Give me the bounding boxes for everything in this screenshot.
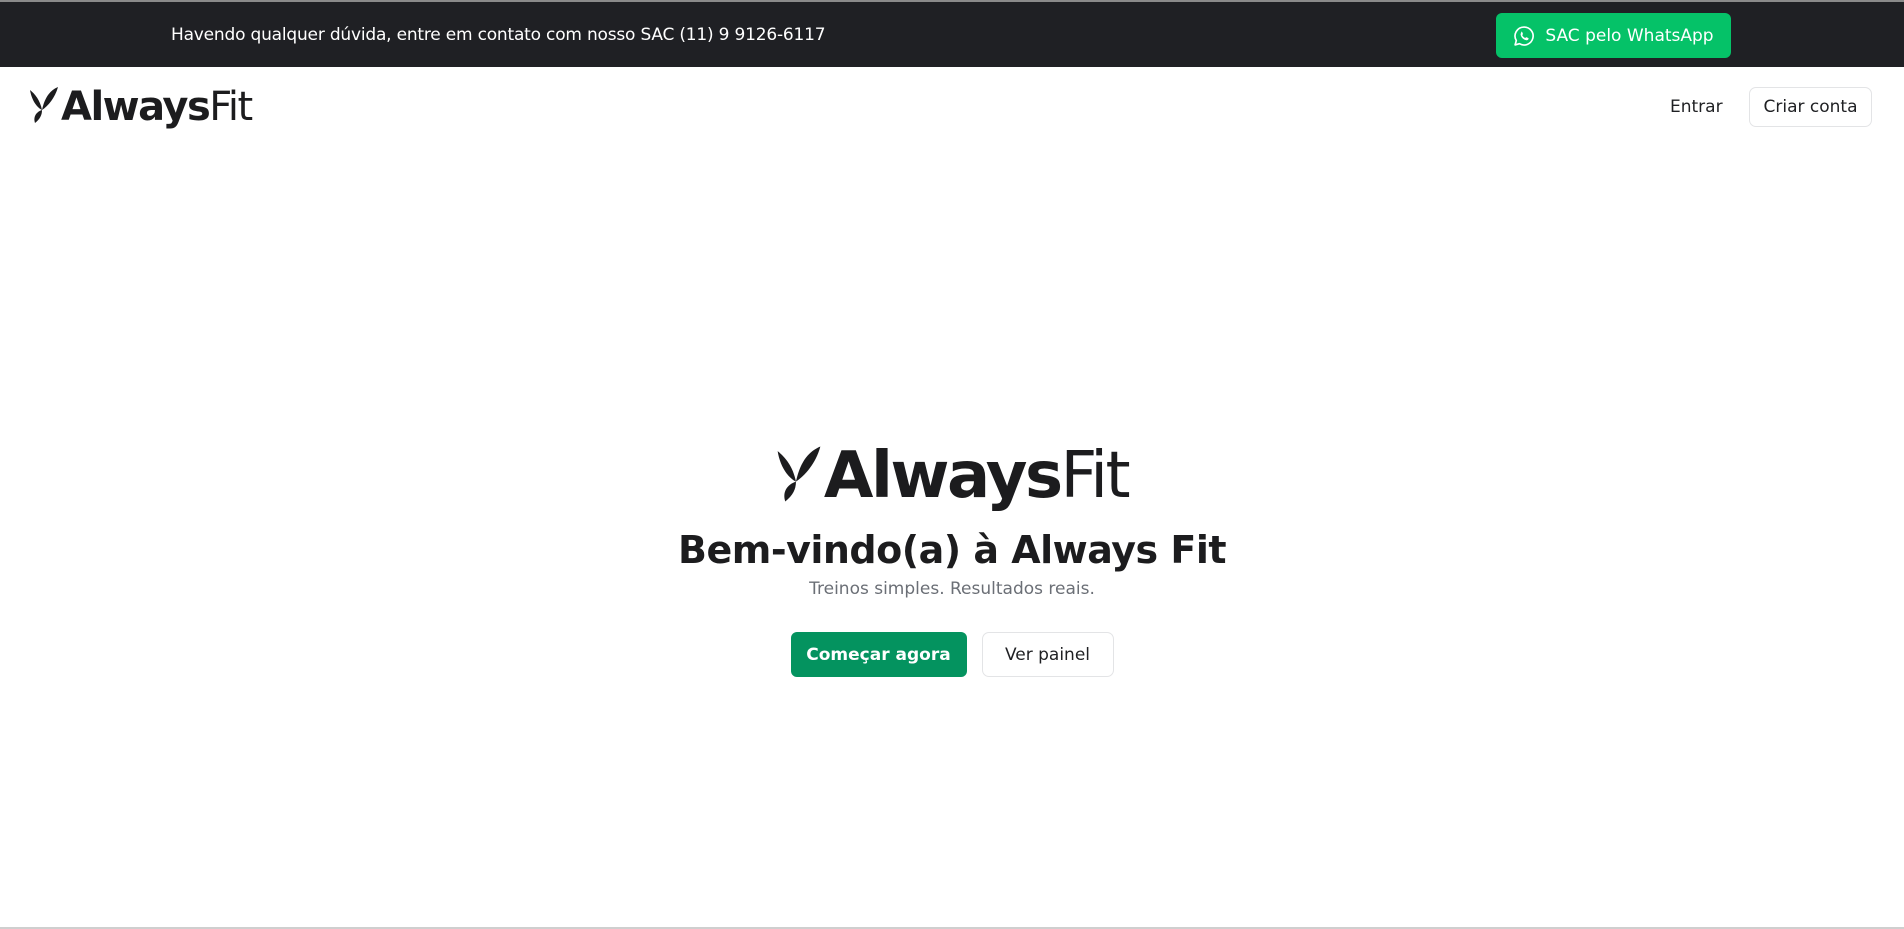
hero-logo-wordmark: AlwaysFit [824,444,1131,508]
hero-section: AlwaysFit Bem-vindo(a) à Always Fit Trei… [0,440,1904,677]
site-header: AlwaysFit Entrar Criar conta [0,67,1904,147]
header-logo[interactable]: AlwaysFit [29,84,253,130]
logo-wordmark-bold: Always [61,84,211,130]
signup-button[interactable]: Criar conta [1749,87,1872,127]
login-link[interactable]: Entrar [1670,97,1723,117]
whatsapp-support-button[interactable]: SAC pelo WhatsApp [1496,13,1731,58]
hero-logo-wordmark-light: Fit [1060,439,1131,513]
leaf-logo-icon [29,86,59,128]
leaf-logo-icon [776,445,822,507]
get-started-button[interactable]: Começar agora [790,632,967,677]
whatsapp-button-label: SAC pelo WhatsApp [1545,25,1714,46]
hero-title: Bem-vindo(a) à Always Fit [677,528,1227,572]
logo-wordmark-light: Fit [209,84,253,130]
hero-logo: AlwaysFit [0,440,1904,512]
hero-actions: Começar agora Ver painel [0,632,1904,677]
logo-wordmark: AlwaysFit [61,84,253,130]
view-dashboard-button[interactable]: Ver painel [981,632,1114,677]
announcement-text: Havendo qualquer dúvida, entre em contat… [171,25,826,45]
hero-subtitle: Treinos simples. Resultados reais. [809,579,1095,599]
hero-logo-wordmark-bold: Always [823,439,1063,513]
whatsapp-icon [1513,25,1535,47]
announcement-bar: Havendo qualquer dúvida, entre em contat… [0,0,1904,67]
